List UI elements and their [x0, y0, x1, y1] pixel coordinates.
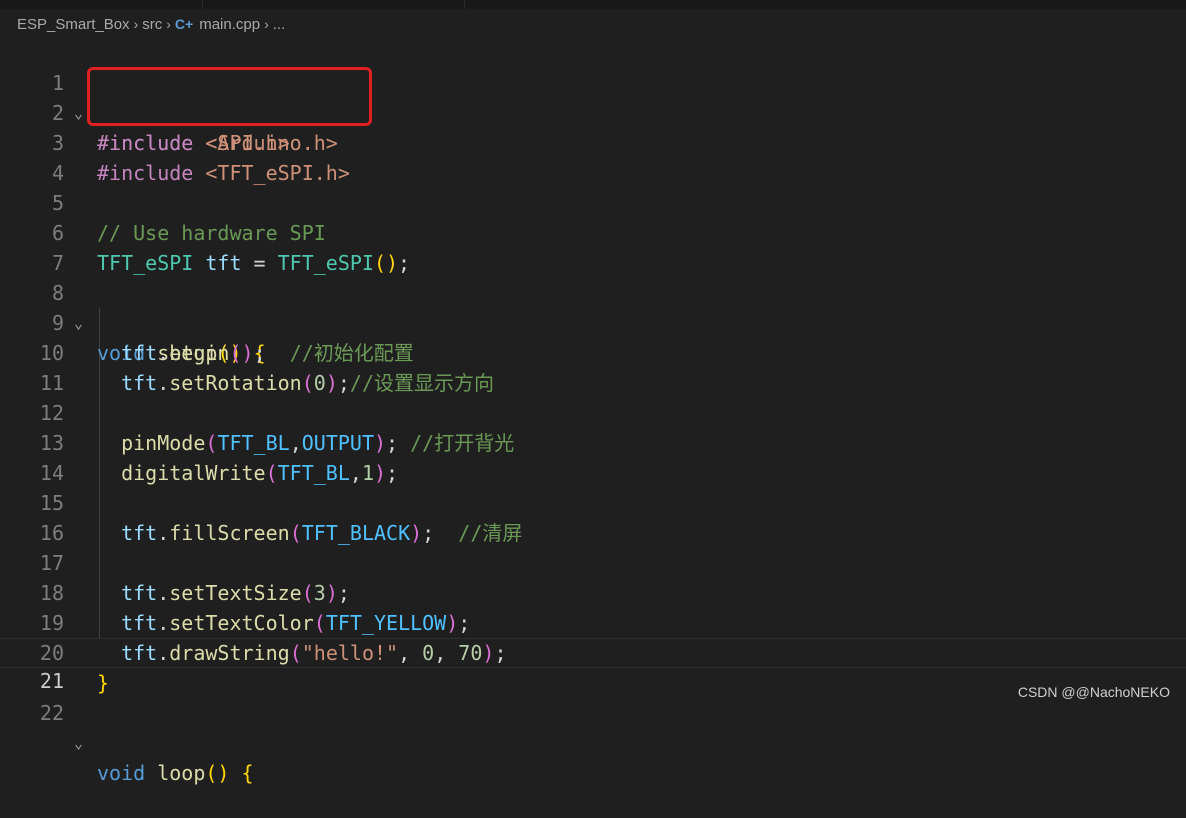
- code-line[interactable]: 1 ⌄ #include <Arduino.h>: [0, 38, 1186, 155]
- code-line[interactable]: 14: [0, 428, 1186, 485]
- code-line[interactable]: 6 TFT_eSPI tft = TFT_eSPI();: [0, 188, 1186, 275]
- breadcrumb-file[interactable]: main.cpp: [199, 16, 260, 33]
- code-line[interactable]: 12 pinMode(TFT_BL,OUTPUT); //打开背光: [0, 368, 1186, 455]
- code-line[interactable]: 17 tft.setTextSize(3);: [0, 518, 1186, 605]
- tab-divider: [202, 0, 203, 9]
- breadcrumb-project[interactable]: ESP_Smart_Box: [17, 16, 130, 33]
- chevron-down-icon[interactable]: ⌄: [74, 728, 83, 758]
- annotation-highlight-box: [87, 67, 372, 126]
- chevron-right-icon: ›: [264, 16, 269, 32]
- breadcrumb-folder[interactable]: src: [142, 16, 162, 33]
- code-line[interactable]: 19 tft.drawString("hello!", 0, 70);: [0, 578, 1186, 665]
- code-line[interactable]: 13 digitalWrite(TFT_BL,1);: [0, 398, 1186, 485]
- tab-divider: [464, 0, 465, 9]
- code-line-current[interactable]: 21: [0, 638, 1186, 693]
- code-line[interactable]: 10 tft.setRotation(0);//设置显示方向: [0, 308, 1186, 395]
- tab-strip: [0, 0, 1186, 9]
- function-name: loop: [157, 761, 206, 785]
- chevron-right-icon: ›: [166, 16, 171, 32]
- chevron-right-icon: ›: [133, 16, 139, 32]
- line-number: 22: [39, 701, 64, 725]
- code-line[interactable]: 8 ⌄ void setup() {: [0, 248, 1186, 365]
- code-line[interactable]: 18 tft.setTextColor(TFT_YELLOW);: [0, 548, 1186, 635]
- breadcrumb: ESP_Smart_Box › src › C+ main.cpp › ...: [0, 9, 1186, 39]
- code-line[interactable]: 7: [0, 218, 1186, 275]
- code-line[interactable]: 11: [0, 338, 1186, 395]
- breadcrumb-more[interactable]: ...: [273, 16, 286, 33]
- keyword: void: [97, 761, 146, 785]
- watermark: CSDN @@NachoNEKO: [1017, 684, 1170, 700]
- code-editor[interactable]: 1 ⌄ #include <Arduino.h> 2 #include <SPI…: [0, 38, 1186, 785]
- code-line[interactable]: 4: [0, 128, 1186, 185]
- code-line[interactable]: 5 // Use hardware SPI: [0, 158, 1186, 245]
- code-line[interactable]: 16: [0, 488, 1186, 545]
- code-line[interactable]: 22 ⌄ void loop() {: [0, 668, 1186, 785]
- code-line[interactable]: 20 }: [0, 608, 1186, 695]
- cpp-file-icon: C+: [174, 16, 194, 32]
- code-line[interactable]: 9 tft.begin(); //初始化配置: [0, 278, 1186, 365]
- code-line[interactable]: 15 tft.fillScreen(TFT_BLACK); //清屏: [0, 458, 1186, 545]
